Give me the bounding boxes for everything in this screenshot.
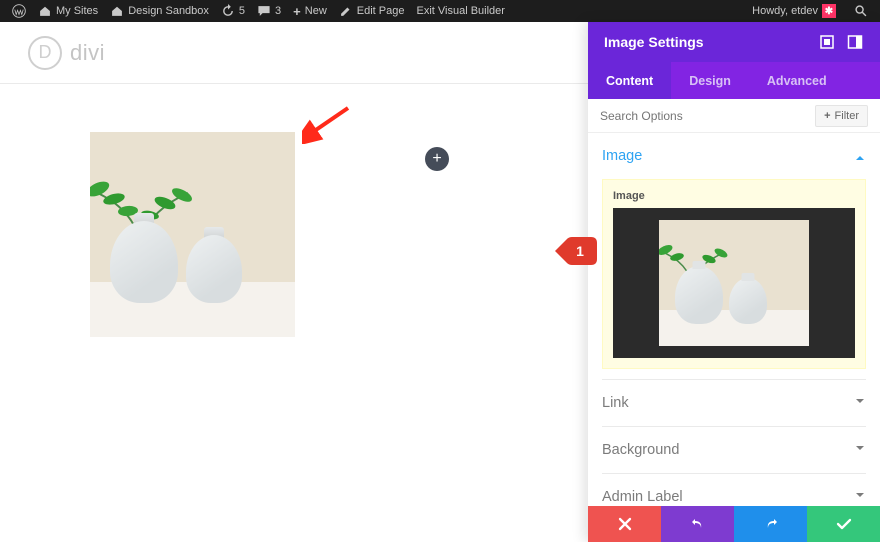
edit-page-label: Edit Page bbox=[357, 5, 405, 17]
my-sites-label: My Sites bbox=[56, 5, 98, 17]
settings-panel: Image Settings Content Design Advanced +… bbox=[588, 22, 880, 542]
panel-search: +Filter bbox=[588, 99, 880, 133]
search-toggle[interactable] bbox=[848, 0, 874, 22]
section-background-label: Background bbox=[602, 442, 679, 458]
add-module-button[interactable]: + bbox=[425, 147, 449, 171]
updates-link[interactable]: 5 bbox=[215, 0, 251, 22]
vases-icon bbox=[110, 221, 242, 303]
section-link-label: Link bbox=[602, 395, 629, 411]
chevron-down-icon bbox=[854, 441, 866, 459]
comments-link[interactable]: 3 bbox=[251, 0, 287, 22]
updates-count: 5 bbox=[239, 5, 245, 17]
tab-content[interactable]: Content bbox=[588, 62, 671, 99]
sidebar-toggle-button[interactable] bbox=[846, 33, 864, 51]
undo-button[interactable] bbox=[661, 506, 734, 542]
section-admin-label[interactable]: Admin Label bbox=[602, 473, 866, 506]
image-thumbnail bbox=[659, 220, 809, 346]
save-button[interactable] bbox=[807, 506, 880, 542]
filter-button[interactable]: +Filter bbox=[815, 105, 868, 127]
avatar: ✱ bbox=[822, 4, 836, 18]
exit-visual-builder-link[interactable]: Exit Visual Builder bbox=[410, 0, 510, 22]
edit-page-link[interactable]: Edit Page bbox=[333, 0, 411, 22]
image-field: Image bbox=[602, 179, 866, 369]
panel-header: Image Settings bbox=[588, 22, 880, 62]
section-image-label: Image bbox=[602, 148, 642, 164]
search-input[interactable] bbox=[600, 109, 809, 123]
image-field-label: Image bbox=[613, 190, 855, 202]
cancel-button[interactable] bbox=[588, 506, 661, 542]
panel-footer bbox=[588, 506, 880, 542]
tab-advanced[interactable]: Advanced bbox=[749, 62, 845, 99]
plus-icon: + bbox=[432, 150, 441, 168]
divi-logo-icon: D bbox=[28, 36, 62, 70]
site-name-label: Design Sandbox bbox=[128, 5, 209, 17]
filter-label: Filter bbox=[835, 110, 859, 122]
comments-count: 3 bbox=[275, 5, 281, 17]
section-background[interactable]: Background bbox=[602, 426, 866, 473]
section-admin-label-label: Admin Label bbox=[602, 489, 683, 505]
section-image[interactable]: Image bbox=[602, 133, 866, 179]
divi-logo-text: divi bbox=[70, 40, 105, 66]
panel-tabs: Content Design Advanced bbox=[588, 62, 880, 99]
image-upload-button[interactable] bbox=[613, 208, 855, 358]
new-label: New bbox=[305, 5, 327, 17]
page-canvas: + bbox=[0, 84, 588, 542]
chevron-down-icon bbox=[854, 488, 866, 506]
exit-vb-label: Exit Visual Builder bbox=[416, 5, 504, 17]
redo-button[interactable] bbox=[734, 506, 807, 542]
panel-body: Image Image bbox=[588, 133, 880, 506]
image-module[interactable] bbox=[90, 132, 295, 337]
tab-design[interactable]: Design bbox=[671, 62, 749, 99]
wp-logo[interactable] bbox=[6, 0, 32, 22]
new-link[interactable]: +New bbox=[287, 0, 333, 22]
site-link[interactable]: Design Sandbox bbox=[104, 0, 215, 22]
annotation-arrow bbox=[302, 104, 352, 144]
divi-logo[interactable]: D divi bbox=[28, 36, 105, 70]
panel-title: Image Settings bbox=[604, 34, 808, 50]
chevron-up-icon bbox=[854, 147, 866, 165]
howdy-link[interactable]: Howdy, etdev ✱ bbox=[746, 0, 842, 22]
chevron-down-icon bbox=[854, 394, 866, 412]
expand-panel-button[interactable] bbox=[818, 33, 836, 51]
my-sites-link[interactable]: My Sites bbox=[32, 0, 104, 22]
wp-admin-bar: My Sites Design Sandbox 5 3 +New Edit Pa… bbox=[0, 0, 880, 22]
howdy-label: Howdy, etdev bbox=[752, 5, 818, 17]
section-link[interactable]: Link bbox=[602, 379, 866, 426]
